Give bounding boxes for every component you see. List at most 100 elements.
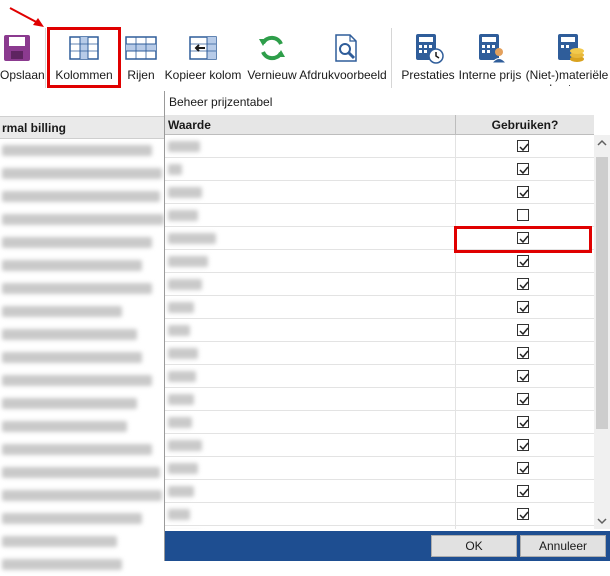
gebruiken-checkbox[interactable] [517,209,529,221]
beheer-prijzentabel-dialog: Beheer prijzentabel Waarde Gebruiken? OK… [164,91,610,561]
checkmark-icon [519,488,529,497]
blurred-text [168,325,190,336]
interne-prijs-button[interactable]: Interne prijs [457,28,523,86]
waarde-cell [165,273,456,295]
gebruiken-checkbox[interactable] [517,347,529,359]
gebruiken-checkbox[interactable] [517,324,529,336]
blurred-text [2,513,142,524]
rows-button[interactable]: Rijen [123,28,159,86]
waarde-cell [165,296,456,318]
checkmark-icon [519,281,529,290]
checkmark-icon [519,258,529,267]
blurred-text [168,440,202,451]
table-row[interactable] [165,158,594,181]
waarde-cell [165,227,456,249]
copy-column-icon [187,32,219,64]
gebruiken-checkbox[interactable] [517,163,529,175]
background-row [0,530,164,553]
table-row[interactable] [165,250,594,273]
blurred-text [2,490,162,501]
table-row[interactable] [165,457,594,480]
gebruiken-checkbox[interactable] [517,462,529,474]
gebruiken-checkbox[interactable] [517,301,529,313]
waarde-cell [165,457,456,479]
background-row [0,185,164,208]
table-row[interactable] [165,411,594,434]
vertical-scrollbar[interactable] [594,135,610,529]
refresh-button[interactable]: Vernieuw [246,28,298,86]
gebruiken-checkbox[interactable] [517,485,529,497]
waarde-cell [165,342,456,364]
cancel-button[interactable]: Annuleer [520,535,606,557]
background-row [0,507,164,530]
gebruiken-checkbox[interactable] [517,186,529,198]
scroll-down-icon[interactable] [594,513,610,529]
gebruiken-checkbox[interactable] [517,393,529,405]
blurred-text [2,214,164,225]
table-row[interactable] [165,503,594,526]
blurred-text [168,463,198,474]
table-row[interactable] [165,365,594,388]
blurred-text [168,279,202,290]
scroll-up-icon[interactable] [594,135,610,151]
checkmark-icon [519,166,529,175]
prijzentabel-grid: Waarde Gebruiken? [165,115,610,529]
background-row [0,254,164,277]
blurred-text [168,210,198,221]
background-row [0,139,164,162]
background-row [0,300,164,323]
materiele-kosten-label: (Niet-)materiële kosten [525,68,609,86]
waarde-cell [165,480,456,502]
checkmark-icon [519,304,529,313]
blurred-text [168,233,216,244]
rows-icon [125,32,157,64]
blurred-text [2,467,160,478]
table-row[interactable] [165,480,594,503]
waarde-cell [165,158,456,180]
column-header-waarde[interactable]: Waarde [165,115,456,135]
waarde-cell [165,135,456,157]
gebruiken-checkbox[interactable] [517,255,529,267]
background-row [0,277,164,300]
copy-column-label: Kopieer kolom [164,68,242,82]
gebruiken-checkbox[interactable] [517,508,529,520]
background-row [0,461,164,484]
print-preview-button[interactable]: Afdrukvoorbeeld [298,28,388,86]
column-header-gebruiken[interactable]: Gebruiken? [456,115,594,135]
table-row[interactable] [165,273,594,296]
blurred-text [168,509,190,520]
table-row[interactable] [165,296,594,319]
materiele-kosten-button[interactable]: (Niet-)materiële kosten [524,28,610,86]
table-row[interactable] [165,342,594,365]
table-row[interactable] [165,135,594,158]
blurred-text [2,398,137,409]
gebruiken-checkbox[interactable] [517,439,529,451]
checkmark-icon [519,373,529,382]
refresh-icon [256,32,288,64]
table-row[interactable] [165,204,594,227]
prestaties-button[interactable]: Prestaties [400,28,456,86]
gebruiken-checkbox[interactable] [517,416,529,428]
blurred-text [2,191,160,202]
gebruiken-checkbox[interactable] [517,370,529,382]
table-row[interactable] [165,526,594,529]
gebruiken-checkbox[interactable] [517,140,529,152]
blurred-text [168,187,202,198]
unchecked-row-highlight-box [454,226,592,253]
background-row [0,553,164,576]
scrollbar-thumb[interactable] [596,157,608,429]
dialog-footer: OK Annuleer [165,531,610,561]
ok-button[interactable]: OK [431,535,517,557]
table-row[interactable] [165,181,594,204]
ribbon-separator [391,28,392,88]
waarde-cell [165,434,456,456]
calculator-user-icon [475,32,508,64]
gebruiken-checkbox[interactable] [517,278,529,290]
blurred-text [2,421,127,432]
waarde-cell [165,503,456,525]
copy-column-button[interactable]: Kopieer kolom [162,28,244,86]
table-row[interactable] [165,434,594,457]
table-row[interactable] [165,388,594,411]
background-row [0,346,164,369]
table-row[interactable] [165,319,594,342]
